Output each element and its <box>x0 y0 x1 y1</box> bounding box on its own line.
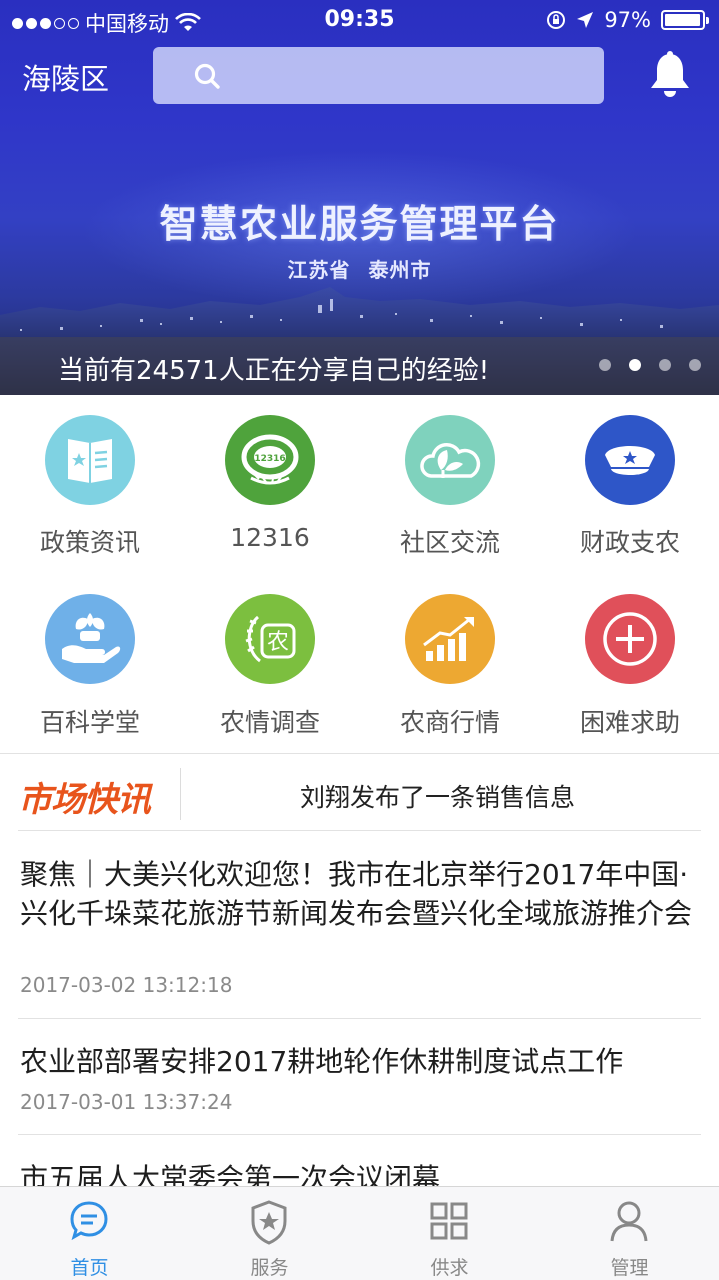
service-encyclopedia[interactable]: 百科学堂 <box>0 575 180 755</box>
service-icon-bg: 12316 <box>225 415 315 505</box>
service-icon-bg <box>45 594 135 684</box>
plus-help-icon <box>603 612 657 666</box>
news-title: 市五届人大常委会第一次会议闭幕 <box>20 1162 441 1186</box>
tab-management[interactable]: 管理 <box>540 1187 719 1280</box>
news-item[interactable]: 聚焦｜大美兴化欢迎您！我市在北京举行2017年中国·兴化千垛菜花旅游节新闻发布会… <box>0 831 719 1019</box>
service-icon-bg <box>585 594 675 684</box>
chat-bubble-icon <box>70 1201 108 1241</box>
region-selector[interactable]: 海陵区 <box>22 56 109 98</box>
tab-services[interactable]: 服务 <box>180 1187 359 1280</box>
battery-percent: 97% <box>604 8 651 32</box>
market-news-bar[interactable]: 市场快讯 刘翔发布了一条销售信息 <box>0 753 719 831</box>
status-bar: 中国移动 09:35 97% <box>0 0 719 40</box>
service-label: 百科学堂 <box>39 708 140 737</box>
service-policy-news[interactable]: 政策资讯 <box>0 395 180 575</box>
service-community[interactable]: 社区交流 <box>360 395 540 575</box>
service-label: 12316 <box>230 523 310 552</box>
service-market-quotes[interactable]: 农商行情 <box>360 575 540 755</box>
service-icon-bg <box>45 415 135 505</box>
search-icon <box>194 63 220 89</box>
service-icon-bg: 农 <box>225 594 315 684</box>
bell-icon[interactable] <box>648 50 692 100</box>
news-time: 2017-03-02 13:12:18 <box>20 973 233 997</box>
news-title: 农业部部署安排2017耕地轮作休耕制度试点工作 <box>20 1045 624 1078</box>
hand-sprout-icon <box>62 613 121 663</box>
service-label: 农情调查 <box>219 708 320 737</box>
service-12316[interactable]: 12316 12316 <box>180 395 360 575</box>
service-fiscal-support[interactable]: 财政支农 <box>540 395 719 575</box>
status-right: 97% <box>546 8 709 32</box>
tab-bar: 首页 服务 供求 管理 <box>0 1186 719 1280</box>
service-hardship-help[interactable]: 困难求助 <box>540 575 719 755</box>
service-label: 社区交流 <box>399 528 500 557</box>
rotation-lock-icon <box>547 11 566 29</box>
shield-star-icon <box>251 1200 287 1245</box>
news-item[interactable]: 农业部部署安排2017耕地轮作休耕制度试点工作 2017-03-01 13:37… <box>0 1019 719 1135</box>
service-icon-bg <box>405 415 495 505</box>
tab-label: 服务 <box>250 1257 289 1279</box>
svg-text:12316: 12316 <box>254 454 285 464</box>
platform-subtitle: 江苏省 泰州市 <box>287 258 432 282</box>
news-title: 聚焦｜大美兴化欢迎您！我市在北京举行2017年中国·兴化千垛菜花旅游节新闻发布会… <box>20 858 693 930</box>
tab-supply-demand[interactable]: 供求 <box>360 1187 539 1280</box>
divider <box>180 768 181 820</box>
pager-dot[interactable] <box>659 359 671 371</box>
pager-dot[interactable] <box>599 359 611 371</box>
newspaper-icon <box>68 439 112 483</box>
service-farm-survey[interactable]: 农 农情调查 <box>180 575 360 755</box>
service-icon-bg <box>405 594 495 684</box>
market-latest-text: 刘翔发布了一条销售信息 <box>300 783 576 812</box>
service-grid: 政策资讯 12316 12316 社区交流 财政支农 百科学堂 农 农情调查 农… <box>0 395 719 753</box>
rising-chart-icon <box>423 617 474 661</box>
tab-label: 首页 <box>70 1257 109 1279</box>
top-bar: 海陵区 <box>0 44 719 106</box>
platform-title: 智慧农业服务管理平台 <box>159 202 560 246</box>
news-time: 2017-03-01 13:37:24 <box>20 1090 233 1114</box>
news-item[interactable]: 市五届人大常委会第一次会议闭幕 <box>0 1135 719 1186</box>
banner-pager[interactable] <box>599 359 701 371</box>
service-label: 财政支农 <box>579 528 680 557</box>
pager-dot[interactable] <box>629 359 641 371</box>
farm-survey-icon: 农 <box>245 615 296 663</box>
service-label: 政策资讯 <box>39 528 140 557</box>
service-label: 农商行情 <box>399 708 500 737</box>
grid-icon <box>430 1202 468 1240</box>
service-icon-bg <box>585 415 675 505</box>
hotline-12316-icon: 12316 <box>241 434 299 485</box>
hero-banner[interactable]: 中国移动 09:35 97% 海陵区 智慧农业服务管理平台 江苏省 泰州市 当前… <box>0 0 719 395</box>
battery-icon <box>661 10 709 30</box>
pager-dot[interactable] <box>689 359 701 371</box>
search-input[interactable] <box>153 47 604 104</box>
tab-label: 管理 <box>610 1257 649 1279</box>
market-news-logo: 市场快讯 <box>18 780 151 820</box>
user-icon <box>610 1201 648 1242</box>
battery-fill <box>665 14 700 26</box>
tab-home[interactable]: 首页 <box>0 1187 179 1280</box>
tab-label: 供求 <box>430 1257 469 1279</box>
officer-cap-icon <box>605 446 655 475</box>
service-label: 困难求助 <box>579 708 680 737</box>
svg-text:农: 农 <box>267 630 289 655</box>
ticker-text: 当前有24571人正在分享自己的经验! <box>58 356 490 386</box>
banner-ticker[interactable]: 当前有24571人正在分享自己的经验! <box>0 337 719 395</box>
leaf-cloud-icon <box>420 443 481 478</box>
location-arrow-icon <box>577 12 594 28</box>
